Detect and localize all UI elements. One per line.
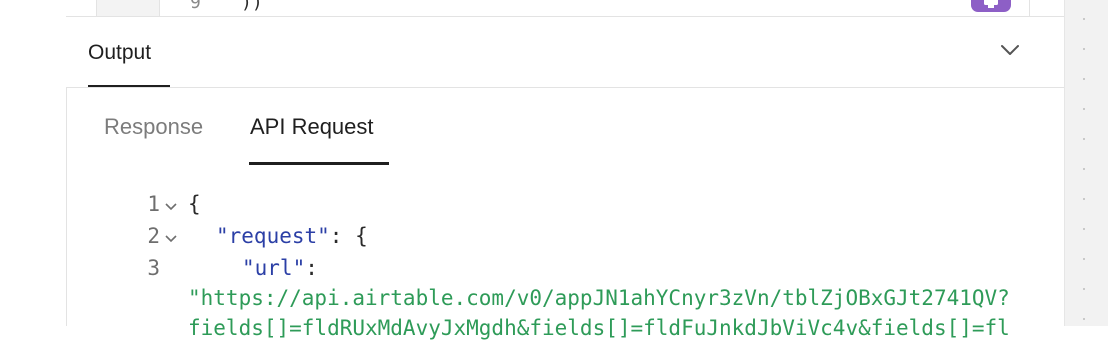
rail-dot	[1083, 258, 1085, 260]
rail-dot	[1083, 108, 1085, 110]
output-tabs: Response API Request	[66, 88, 1064, 166]
tab-response[interactable]: Response	[104, 114, 203, 140]
chevron-down-icon[interactable]	[999, 42, 1021, 58]
json-line: "request": {	[216, 224, 368, 248]
json-string-value: fields[]=fldRUxMdAvyJxMgdh&fields[]=fldF…	[188, 316, 1010, 340]
output-panel-header: Output	[66, 17, 1064, 88]
rail-dot	[1083, 228, 1085, 230]
rail-dot	[1083, 168, 1085, 170]
rail-dot	[1083, 318, 1085, 320]
line-number: 2	[147, 224, 160, 248]
json-punct: : {	[329, 224, 368, 248]
output-title-underline	[88, 85, 170, 87]
tab-api-request[interactable]: API Request	[250, 114, 374, 140]
rail-dot	[1083, 48, 1085, 50]
run-button[interactable]	[971, 0, 1011, 12]
divider	[1029, 0, 1030, 16]
line-number: 3	[147, 256, 160, 280]
rail-dot	[1083, 78, 1085, 80]
download-icon	[984, 0, 998, 8]
editor-code-line: ))	[241, 0, 263, 13]
line-number: 1	[147, 192, 160, 216]
left-gutter	[0, 0, 67, 326]
json-line: "url":	[242, 256, 318, 280]
json-string-value: "https://api.airtable.com/v0/appJN1ahYCn…	[188, 286, 1010, 310]
fold-chevron-icon[interactable]	[164, 234, 178, 244]
editor-line-number: 9	[190, 0, 201, 13]
rail-dot	[1083, 18, 1085, 20]
rail-dot	[1083, 198, 1085, 200]
json-punct: :	[305, 256, 318, 280]
code-editor-snippet: 9 ))	[66, 0, 1064, 17]
active-tab-indicator	[249, 162, 389, 165]
editor-gutter	[96, 0, 160, 16]
json-viewer: 1 { 2 "request": { 3 "url": "https://api…	[66, 166, 1064, 340]
fold-chevron-icon[interactable]	[164, 202, 178, 212]
rail-dot	[1083, 288, 1085, 290]
json-key: "url"	[242, 256, 306, 280]
right-scroll-rail[interactable]	[1064, 0, 1108, 326]
json-key: "request"	[216, 224, 330, 248]
json-brace: {	[188, 192, 201, 216]
rail-dot	[1083, 138, 1085, 140]
output-title: Output	[88, 41, 152, 64]
